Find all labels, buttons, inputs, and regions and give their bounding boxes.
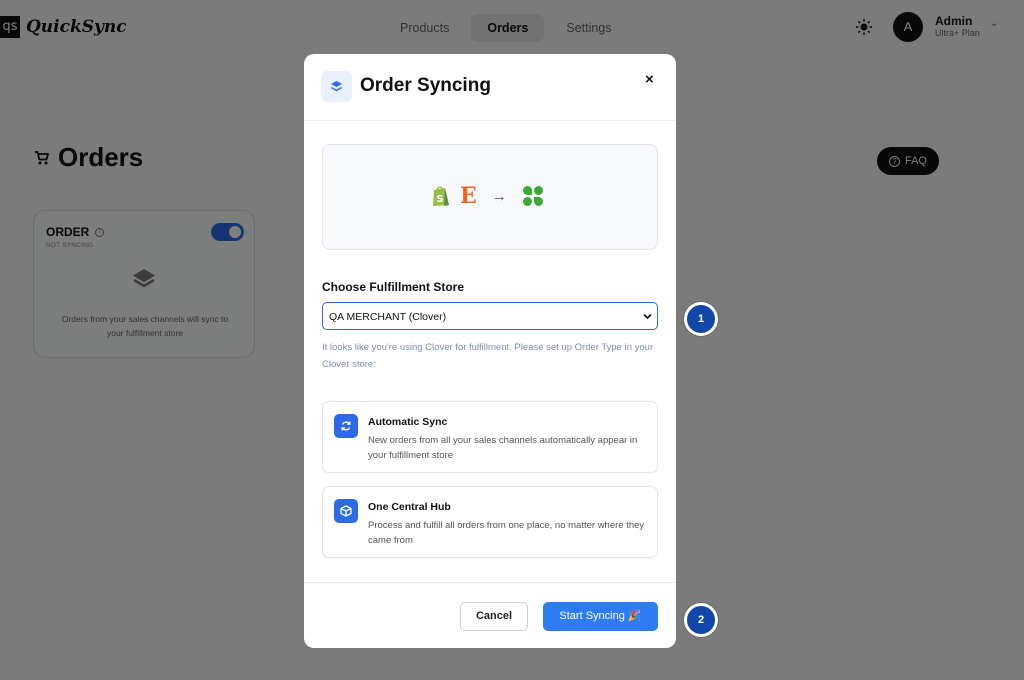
clover-icon: [522, 186, 543, 206]
step-marker-2: 2: [684, 603, 718, 637]
order-syncing-modal: Order Syncing × S E → Choose Fulfillment…: [304, 54, 676, 648]
store-select-value: QA MERCHANT (Clover): [329, 311, 447, 323]
cube-icon: [334, 499, 358, 523]
start-syncing-button[interactable]: Start Syncing 🎉: [543, 602, 658, 631]
flow-row: S E →: [431, 185, 544, 207]
step-marker-1: 1: [684, 302, 718, 336]
fulfillment-store-select[interactable]: QA MERCHANT (Clover): [322, 302, 658, 330]
close-icon[interactable]: ×: [645, 71, 654, 88]
sync-flow-illustration: S E →: [322, 144, 658, 250]
modal-header: Order Syncing ×: [304, 54, 676, 121]
feature-description: Process and fulfill all orders from one …: [368, 520, 645, 546]
store-select-label: Choose Fulfillment Store: [322, 280, 465, 294]
modal-icon: [321, 71, 352, 102]
chevron-down-icon: [643, 314, 652, 320]
layers-icon: [331, 81, 342, 92]
feature-card-automatic-sync: Automatic Sync New orders from all your …: [322, 401, 658, 473]
cancel-button[interactable]: Cancel: [460, 602, 528, 631]
etsy-icon: E: [460, 183, 477, 209]
svg-text:S: S: [436, 194, 443, 205]
sync-icon: [334, 414, 358, 438]
arrow-right-icon: →: [491, 187, 507, 205]
feature-title: Automatic Sync: [368, 416, 448, 428]
feature-title: One Central Hub: [368, 501, 451, 513]
shopify-icon: S: [433, 186, 449, 206]
feature-description: New orders from all your sales channels …: [368, 435, 638, 461]
feature-card-central-hub: One Central Hub Process and fulfill all …: [322, 486, 658, 558]
clover-hint: It looks like you're using Clover for fu…: [322, 342, 654, 370]
modal-title: Order Syncing: [360, 75, 491, 96]
modal-footer: Cancel Start Syncing 🎉: [304, 582, 676, 648]
